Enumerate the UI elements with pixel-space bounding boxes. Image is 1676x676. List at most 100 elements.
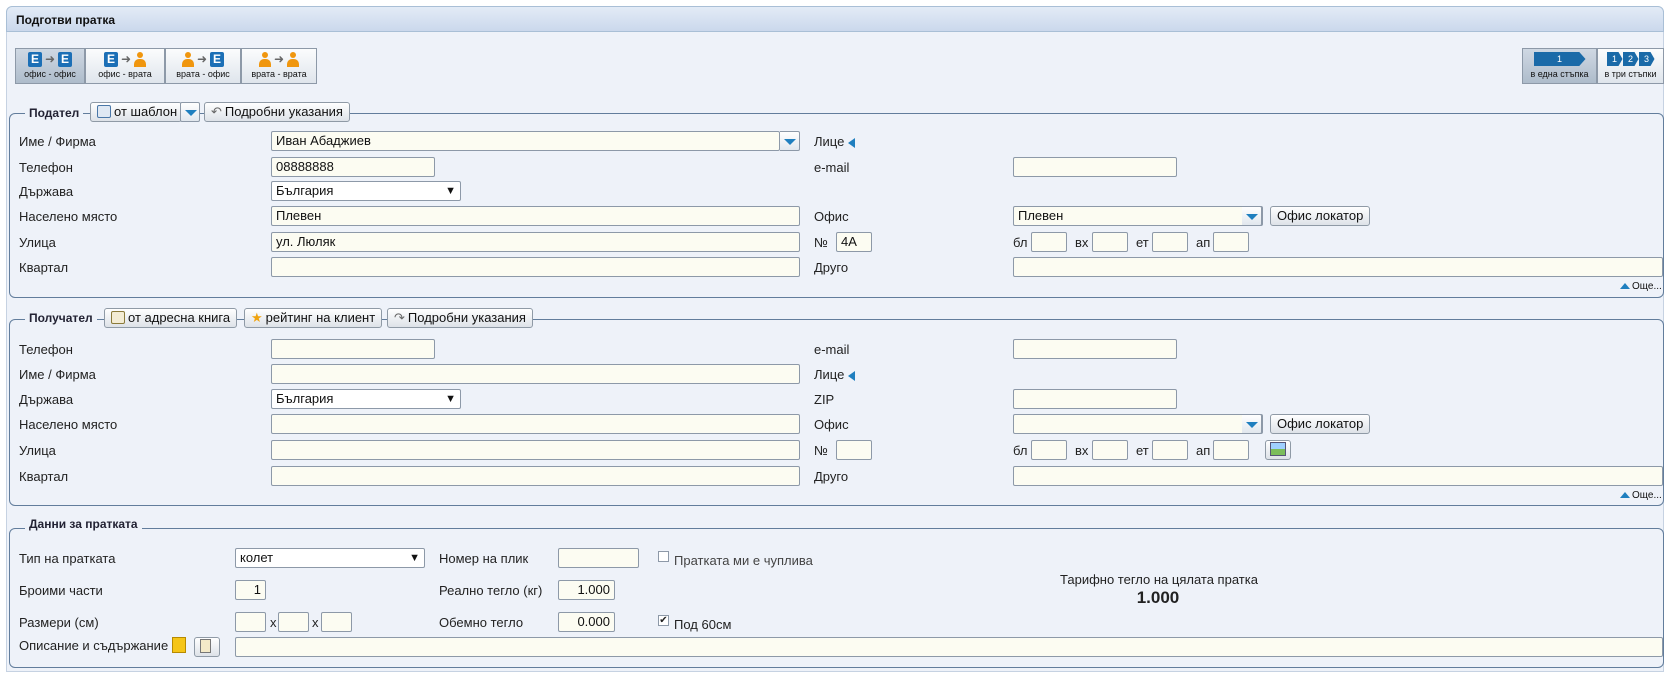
receiver-district-label: Квартал (19, 469, 69, 484)
receiver-district-input[interactable] (271, 466, 800, 486)
receiver-number-label: № (814, 443, 828, 458)
sender-directions-button[interactable]: ↶ Подробни указания (204, 102, 350, 122)
three-steps-button[interactable]: 123 в три стъпки (1597, 48, 1664, 84)
receiver-office-input[interactable] (1013, 414, 1263, 434)
receiver-name-input[interactable] (271, 364, 800, 384)
receiver-email-input[interactable] (1013, 339, 1177, 359)
arrow-right-icon: ➜ (273, 52, 285, 66)
sender-more-link[interactable]: Още... (1620, 281, 1662, 292)
dimension-length-input[interactable] (235, 612, 266, 632)
dimension-width-input[interactable] (278, 612, 309, 632)
shipment-type-select[interactable]: колет ▼ (235, 548, 425, 568)
sender-phone-input[interactable]: 08888888 (271, 157, 435, 177)
sender-other-label: Друго (814, 260, 849, 275)
receiver-person-label[interactable]: Лице (814, 367, 856, 382)
one-step-button[interactable]: 1 в една стъпка (1522, 48, 1597, 84)
sender-district-input[interactable] (271, 257, 800, 277)
sender-name-input[interactable]: Иван Абаджиев (271, 131, 780, 151)
book-icon (111, 311, 125, 324)
fragile-checkbox[interactable] (658, 551, 669, 562)
sender-country-select[interactable]: България ▼ (271, 181, 461, 201)
receiver-country-label: Държава (19, 392, 74, 407)
receiver-other-input[interactable] (1013, 466, 1663, 486)
real-weight-input[interactable]: 1.000 (558, 580, 615, 600)
sender-office-label: Офис (814, 209, 849, 224)
sender-street-input[interactable]: ул. Люляк (271, 232, 800, 252)
receiver-office-locator-button[interactable]: Офис локатор (1270, 414, 1371, 434)
sender-office-input[interactable]: Плевен (1013, 206, 1263, 226)
template-dropdown-button[interactable] (180, 102, 200, 122)
shipment-legend: Данни за пратката (25, 517, 142, 531)
sender-block-input[interactable] (1031, 232, 1067, 252)
receiver-block-label: бл (1013, 443, 1028, 458)
client-rating-button[interactable]: ★ рейтинг на клиент (244, 308, 383, 328)
receiver-floor-input[interactable] (1152, 440, 1188, 460)
clipboard-button[interactable] (194, 637, 220, 657)
address-book-button[interactable]: от адресна книга (104, 308, 238, 328)
receiver-country-select[interactable]: България ▼ (271, 389, 461, 409)
person-icon (287, 52, 300, 67)
redo-arrow-icon: ↷ (394, 310, 405, 325)
mode-office-office-button[interactable]: E ➜ E офис - офис (15, 48, 85, 84)
receiver-directions-button[interactable]: ↷ Подробни указания (387, 308, 533, 328)
receiver-phone-input[interactable] (271, 339, 435, 359)
receiver-entrance-input[interactable] (1092, 440, 1128, 460)
parts-label: Броими части (19, 583, 103, 598)
tariff-weight-value: 1.000 (1136, 588, 1180, 607)
envelope-number-input[interactable] (558, 548, 639, 568)
sender-person-label[interactable]: Лице (814, 134, 856, 149)
dimension-height-input[interactable] (321, 612, 352, 632)
check-icon: ✔ (659, 615, 668, 626)
receiver-zip-input[interactable] (1013, 389, 1177, 409)
shipment-type-label: Тип на пратката (19, 551, 116, 566)
sender-floor-input[interactable] (1152, 232, 1188, 252)
volume-weight-input[interactable]: 0.000 (558, 612, 615, 632)
sender-office-locator-button[interactable]: Офис локатор (1270, 206, 1371, 226)
sender-entrance-input[interactable] (1092, 232, 1128, 252)
receiver-street-input[interactable] (271, 440, 800, 460)
undo-arrow-icon: ↶ (211, 104, 222, 119)
mode-office-door-button[interactable]: E ➜ офис - врата (85, 48, 165, 84)
receiver-number-input[interactable] (836, 440, 872, 460)
person-icon (258, 52, 271, 67)
arrow-right-icon: ➜ (196, 52, 208, 66)
receiver-more-link[interactable]: Още... (1620, 490, 1662, 501)
step-icon: 1 (1606, 52, 1623, 66)
receiver-city-input[interactable] (271, 414, 800, 434)
receiver-apartment-input[interactable] (1213, 440, 1249, 460)
from-template-button[interactable]: от шаблон (90, 102, 182, 122)
step-icon: 3 (1638, 52, 1655, 66)
sender-number-input[interactable]: 4А (836, 232, 872, 252)
real-weight-label: Реално тегло (кг) (439, 583, 543, 598)
receiver-block-input[interactable] (1031, 440, 1067, 460)
receiver-legend: Получател (25, 311, 97, 325)
under-60cm-checkbox[interactable]: ✔ (658, 615, 669, 626)
receiver-email-label: e-mail (814, 342, 850, 357)
sender-other-input[interactable] (1013, 257, 1663, 277)
chevron-down-icon: ▼ (409, 552, 420, 564)
sender-apartment-label: ап (1196, 235, 1211, 250)
mode-door-office-button[interactable]: ➜ E врата - офис (165, 48, 241, 84)
receiver-office-dropdown-button[interactable] (1242, 414, 1262, 434)
sender-district-label: Квартал (19, 260, 69, 275)
sender-name-dropdown-button[interactable] (780, 131, 800, 151)
description-input[interactable] (235, 637, 1663, 657)
map-picture-button[interactable] (1265, 440, 1291, 460)
note-icon[interactable] (172, 637, 186, 653)
sender-apartment-input[interactable] (1213, 232, 1249, 252)
mode-door-door-button[interactable]: ➜ врата - врата (241, 48, 317, 84)
mode-label: офис - офис (24, 69, 76, 79)
office-icon: E (103, 52, 118, 67)
receiver-street-label: Улица (19, 443, 56, 458)
receiver-name-label: Име / Фирма (19, 367, 96, 382)
star-icon: ★ (251, 310, 263, 325)
sender-city-label: Населено място (19, 209, 118, 224)
clipboard-icon (200, 639, 211, 653)
fragile-label: Пратката ми е чуплива (674, 553, 813, 568)
parts-input[interactable]: 1 (235, 580, 266, 600)
sender-floor-label: ет (1136, 235, 1149, 250)
sender-office-dropdown-button[interactable] (1242, 206, 1262, 226)
office-icon: E (210, 52, 225, 67)
sender-email-input[interactable] (1013, 157, 1177, 177)
sender-city-input[interactable]: Плевен (271, 206, 800, 226)
